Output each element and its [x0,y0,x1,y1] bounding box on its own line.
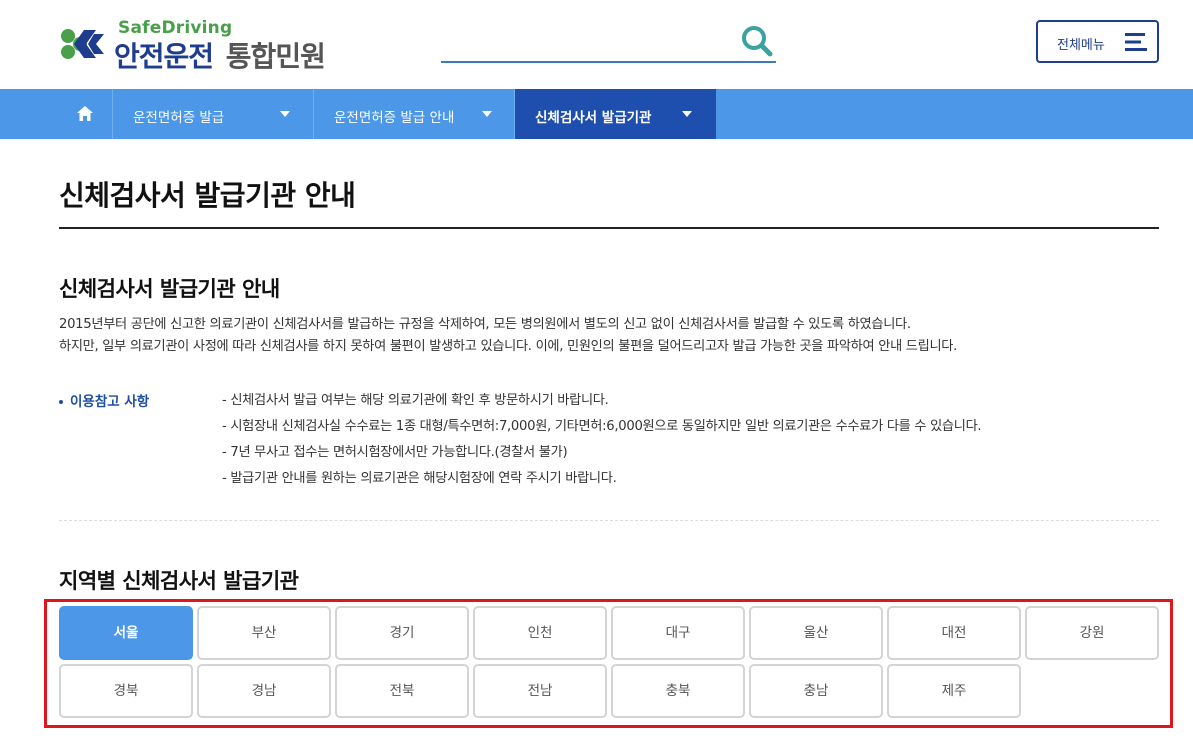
reference-label: 이용참고 사항 [59,390,149,410]
nav-item-label: 운전면허증 발급 [133,110,225,126]
chevron-down-icon [280,111,290,117]
reference-item: - 신체검사서 발급 여부는 해당 의료기관에 확인 후 방문하시기 바랍니다. [222,393,609,408]
intro-line: 하지만, 일부 의료기관이 사정에 따라 신체검사를 하지 못하여 불편이 발생… [59,339,958,354]
region-tab-ulsan[interactable]: 울산 [749,606,883,660]
section-divider [59,520,1159,521]
intro-title: 신체검사서 발급기관 안내 [59,277,280,301]
region-tab-label: 경기 [389,625,415,641]
logo-title-main: 안전운전 [114,40,214,73]
chevron-down-icon [682,111,692,117]
region-tab-busan[interactable]: 부산 [197,606,331,660]
region-tab-label: 강원 [1079,625,1105,641]
all-menu-button[interactable]: 전체메뉴 [1036,20,1159,63]
region-tab-gangwon[interactable]: 강원 [1025,606,1159,660]
site-logo[interactable]: SafeDriving 안전운전 통합민원 [58,18,348,73]
logo-title: 안전운전 통합민원 [114,35,326,75]
reference-label-text: 이용참고 사항 [70,394,150,410]
region-tab-label: 대구 [665,625,691,641]
region-tab-chungbuk[interactable]: 충북 [611,664,745,718]
region-tab-seoul[interactable]: 서울 [59,606,193,660]
region-tab-daejeon[interactable]: 대전 [887,606,1021,660]
search-button[interactable] [740,24,774,58]
all-menu-label: 전체메뉴 [1057,38,1105,53]
region-tab-label: 부산 [251,625,277,641]
region-tab-gyeongbuk[interactable]: 경북 [59,664,193,718]
intro-line: 2015년부터 공단에 신고한 의료기관이 신체검사서를 발급하는 규정을 삭제… [59,317,911,332]
nav-item-label: 운전면허증 발급 안내 [334,110,455,126]
intro-description: 2015년부터 공단에 신고한 의료기관이 신체검사서를 발급하는 규정을 삭제… [59,314,1159,358]
region-tab-gyeonggi[interactable]: 경기 [335,606,469,660]
region-tab-label: 경북 [113,683,139,699]
search-input[interactable] [441,22,731,60]
region-tab-chungnam[interactable]: 충남 [749,664,883,718]
home-icon [77,106,93,121]
region-tab-jeonbuk[interactable]: 전북 [335,664,469,718]
nav-item-license-issue[interactable]: 운전면허증 발급 [113,89,314,139]
region-tab-label: 대전 [941,625,967,641]
nav-item-medical-institutions[interactable]: 신체검사서 발급기관 [515,89,716,139]
region-tab-incheon[interactable]: 인천 [473,606,607,660]
region-tab-label: 경남 [251,683,277,699]
nav-item-label: 신체검사서 발급기관 [535,110,652,126]
region-tab-jeju[interactable]: 제주 [887,664,1021,718]
main-nav: 운전면허증 발급 운전면허증 발급 안내 신체검사서 발급기관 [0,89,1193,139]
page-title: 신체검사서 발급기관 안내 [59,179,356,212]
region-tab-label: 인천 [527,625,553,641]
region-tab-label: 충남 [803,683,829,699]
hamburger-icon [1125,33,1147,51]
region-tab-label: 전북 [389,683,415,699]
site-header: SafeDriving 안전운전 통합민원 전체메뉴 [0,0,1193,89]
region-tab-label: 울산 [803,625,829,641]
nav-item-license-guide[interactable]: 운전면허증 발급 안내 [314,89,515,139]
search-bar [441,22,776,63]
reference-list: - 신체검사서 발급 여부는 해당 의료기관에 확인 후 방문하시기 바랍니다.… [222,388,1152,492]
chevron-down-icon [482,111,492,117]
bullet-icon [59,400,63,404]
reference-item: - 발급기관 안내를 원하는 의료기관은 해당시험장에 연락 주시기 바랍니다. [222,471,617,486]
region-tab-gyeongnam[interactable]: 경남 [197,664,331,718]
region-tab-label: 충북 [665,683,691,699]
clover-logo-icon [61,29,104,59]
region-tab-label: 제주 [941,683,967,699]
reference-item: - 7년 무사고 접수는 면허시험장에서만 가능합니다.(경찰서 불가) [222,445,568,460]
reference-item: - 시험장내 신체검사실 수수료는 1종 대형/특수면허:7,000원, 기타면… [222,419,982,434]
region-tab-daegu[interactable]: 대구 [611,606,745,660]
region-tab-label: 서울 [113,625,139,641]
nav-home[interactable] [57,89,113,139]
region-tab-jeonnam[interactable]: 전남 [473,664,607,718]
region-tab-label: 전남 [527,683,553,699]
search-icon [742,26,773,57]
regions-title: 지역별 신체검사서 발급기관 [59,569,299,593]
title-divider [59,227,1159,229]
logo-title-sub: 통합민원 [225,40,326,73]
